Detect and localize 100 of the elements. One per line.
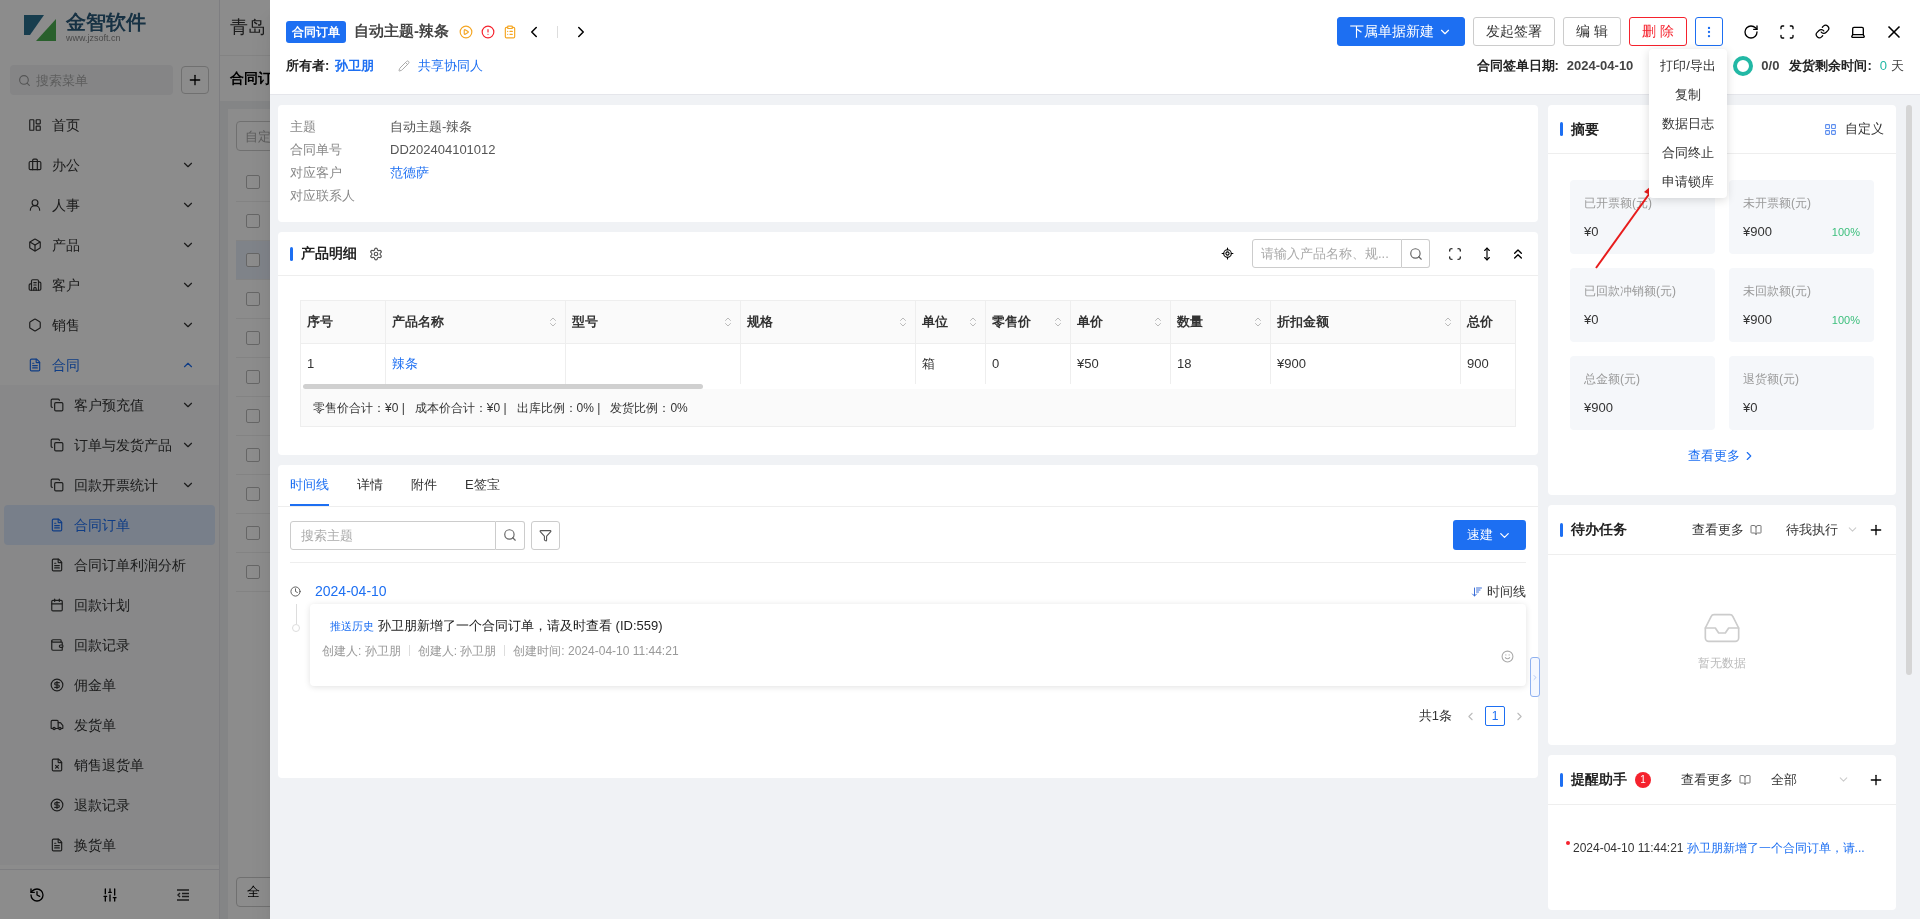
- checkbox[interactable]: [246, 292, 260, 306]
- alert-icon[interactable]: [481, 24, 495, 39]
- sliders-icon[interactable]: [101, 886, 118, 903]
- tile-value: ¥0: [1584, 223, 1599, 241]
- checkbox[interactable]: [246, 526, 260, 540]
- column-header[interactable]: 总价: [1461, 301, 1515, 343]
- column-header[interactable]: 数量: [1171, 301, 1271, 343]
- view-more-link[interactable]: 查看更多: [1681, 769, 1733, 790]
- reminder-filter-select[interactable]: 全部: [1771, 769, 1797, 790]
- menu-item[interactable]: 佣金单: [4, 665, 215, 705]
- filter-button[interactable]: [531, 520, 560, 550]
- fullscreen-icon[interactable]: [1448, 246, 1462, 261]
- action-button[interactable]: 删 除: [1629, 17, 1687, 46]
- action-button[interactable]: 发起签署: [1473, 17, 1556, 46]
- smiley-icon[interactable]: [1501, 649, 1514, 663]
- empty-text: 暂无数据: [1698, 655, 1746, 672]
- menu-item[interactable]: 换货单: [4, 825, 215, 865]
- tab[interactable]: 附件: [411, 474, 437, 506]
- refresh-icon[interactable]: [1743, 23, 1759, 40]
- product-search-field[interactable]: 请输入产品名称、规...: [1252, 239, 1402, 268]
- share-link[interactable]: 共享协同人: [418, 56, 484, 76]
- action-button[interactable]: 下属单据新建: [1337, 17, 1466, 46]
- column-header[interactable]: 折扣金额: [1271, 301, 1461, 343]
- column-header[interactable]: 单位: [916, 301, 986, 343]
- view-toggle[interactable]: 时间线: [1487, 581, 1526, 602]
- checkbox[interactable]: [246, 214, 260, 228]
- target-icon[interactable]: [1221, 247, 1234, 260]
- checkbox[interactable]: [246, 370, 260, 384]
- menu-option[interactable]: 合同终止: [1649, 138, 1727, 167]
- tab[interactable]: E签宝: [465, 474, 500, 506]
- reminder-link[interactable]: 孙卫朋新增了一个合同订单，请...: [1686, 839, 1865, 857]
- modal-overlay[interactable]: [0, 0, 270, 919]
- menu-item[interactable]: 合同订单利润分析: [4, 545, 215, 585]
- checkbox[interactable]: [246, 175, 260, 189]
- page-button[interactable]: 1: [1485, 706, 1505, 726]
- checkbox[interactable]: [246, 331, 260, 345]
- more-button[interactable]: [1695, 17, 1723, 46]
- tab[interactable]: 时间线: [290, 474, 329, 506]
- menu-item[interactable]: 产品: [4, 225, 215, 265]
- menu-item[interactable]: 回款记录: [4, 625, 215, 665]
- column-header[interactable]: 零售价: [986, 301, 1071, 343]
- quick-create-button[interactable]: 速建: [1453, 520, 1526, 550]
- menu-item[interactable]: 合同订单: [4, 505, 215, 545]
- column-header[interactable]: 单价: [1071, 301, 1171, 343]
- checkbox[interactable]: [246, 409, 260, 423]
- search-button[interactable]: [1402, 239, 1430, 268]
- section-title: 提醒助手: [1571, 770, 1627, 789]
- search-button[interactable]: [496, 520, 525, 550]
- add-button[interactable]: [181, 66, 209, 94]
- menu-item[interactable]: 销售: [4, 305, 215, 345]
- page-tab[interactable]: 合同订: [230, 68, 272, 89]
- task-filter-select[interactable]: 待我执行: [1786, 519, 1838, 540]
- checkbox[interactable]: [246, 565, 260, 579]
- menu-option[interactable]: 数据日志: [1649, 109, 1727, 138]
- menu-option[interactable]: 复制: [1649, 80, 1727, 109]
- view-more-link[interactable]: 查看更多: [1688, 446, 1756, 466]
- vertical-scrollbar[interactable]: [1906, 105, 1912, 675]
- menu-item[interactable]: 客户: [4, 265, 215, 305]
- link-icon[interactable]: [1815, 24, 1830, 39]
- menu-item[interactable]: 回款开票统计: [4, 465, 215, 505]
- history-icon[interactable]: [28, 886, 45, 903]
- field-label: 主题: [290, 117, 317, 136]
- fullscreen-icon[interactable]: [1779, 23, 1795, 40]
- customize-link[interactable]: 自定义: [1845, 119, 1884, 139]
- clipboard-icon[interactable]: [503, 24, 517, 39]
- view-more-link[interactable]: 查看更多: [1692, 519, 1744, 540]
- action-button[interactable]: 编 辑: [1563, 17, 1622, 46]
- field-value[interactable]: 范德萨: [390, 162, 429, 183]
- menu-option[interactable]: 打印/导出: [1649, 51, 1727, 80]
- sort-icon[interactable]: [1471, 585, 1483, 598]
- settings-icon[interactable]: [369, 246, 383, 261]
- menu-item[interactable]: 发货单: [4, 705, 215, 745]
- checkbox[interactable]: [246, 253, 260, 267]
- owner-name[interactable]: 孙卫朋: [335, 56, 375, 76]
- checkbox[interactable]: [246, 448, 260, 462]
- checkbox[interactable]: [246, 487, 260, 501]
- column-header[interactable]: 规格: [741, 301, 916, 343]
- column-header[interactable]: 产品名称: [386, 301, 566, 343]
- person-icon: [28, 198, 42, 212]
- menu-item[interactable]: 回款计划: [4, 585, 215, 625]
- menu-item[interactable]: 合同: [4, 345, 215, 385]
- section-title: 待办任务: [1571, 520, 1627, 539]
- horizontal-scrollbar[interactable]: [303, 384, 703, 389]
- menu-item[interactable]: 退款记录: [4, 785, 215, 825]
- menu-item[interactable]: 办公: [4, 145, 215, 185]
- box-icon: [28, 238, 42, 252]
- menu-item[interactable]: 销售退货单: [4, 745, 215, 785]
- menu-item[interactable]: 客户预充值: [4, 385, 215, 425]
- ship-time-label: 发货剩余时间:: [1789, 57, 1872, 76]
- menu-option[interactable]: 申请锁库: [1649, 167, 1727, 196]
- tab[interactable]: 详情: [357, 474, 383, 506]
- field-label: 合同单号: [290, 140, 343, 159]
- side-panel-toggle[interactable]: [1530, 657, 1540, 697]
- menu-item[interactable]: 首页: [4, 105, 215, 145]
- column-header[interactable]: 型号: [566, 301, 741, 343]
- column-header[interactable]: 序号: [301, 301, 386, 343]
- topic-search-field[interactable]: 搜索主题: [290, 520, 496, 550]
- collapse-menu-icon[interactable]: [174, 886, 191, 903]
- menu-item[interactable]: 人事: [4, 185, 215, 225]
- menu-item[interactable]: 订单与发货产品: [4, 425, 215, 465]
